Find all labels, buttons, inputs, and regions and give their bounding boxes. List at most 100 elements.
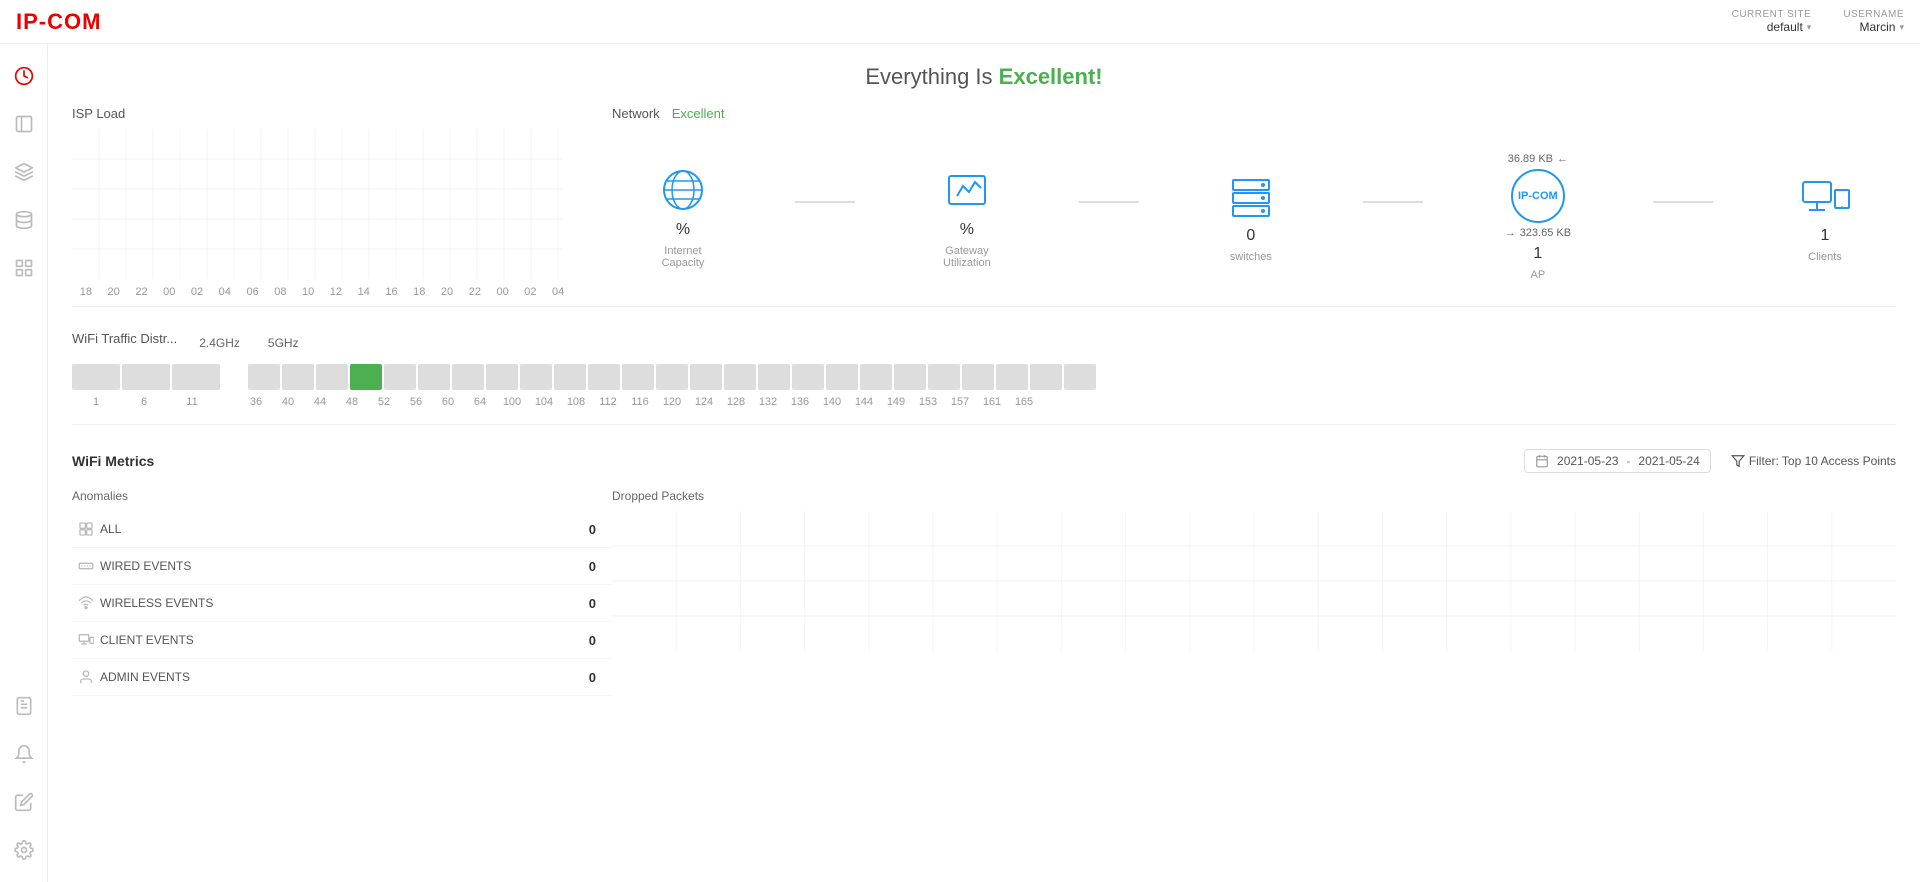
ch-seg-56 xyxy=(418,364,450,390)
sidebar-bottom xyxy=(4,686,44,870)
isp-load-svg xyxy=(72,129,562,279)
date-to: 2021-05-24 xyxy=(1638,454,1699,468)
ch-label-157: 157 xyxy=(944,396,976,408)
ch-label-40: 40 xyxy=(272,396,304,408)
ch-label-104: 104 xyxy=(528,396,560,408)
sidebar-item-bell[interactable] xyxy=(4,734,44,774)
network-row: ISP Load xyxy=(72,106,1896,298)
clients-label: Clients xyxy=(1808,251,1842,263)
sidebar-item-report[interactable] xyxy=(4,686,44,726)
ch-spacer xyxy=(222,364,246,390)
ch-label-149: 149 xyxy=(880,396,912,408)
gateway-icon-box xyxy=(937,165,997,215)
headline: Everything Is Excellent! xyxy=(72,44,1896,106)
network-icons: % InternetCapacity % xyxy=(612,137,1896,297)
internet-icon xyxy=(657,168,709,212)
ap-traffic-out: → 323.65 KB xyxy=(1505,227,1571,239)
internet-capacity-label: InternetCapacity xyxy=(662,245,705,269)
ch-label-48: 48 xyxy=(336,396,368,408)
gateway-label: GatewayUtilization xyxy=(943,245,991,269)
connector-2 xyxy=(1079,201,1139,203)
ch-label-136: 136 xyxy=(784,396,816,408)
network-status: Excellent xyxy=(672,106,725,121)
anomaly-all-count: 0 xyxy=(576,522,596,537)
ch-seg-165 xyxy=(1064,364,1096,390)
internet-icon-box xyxy=(653,165,713,215)
tab-5ghz[interactable]: 5GHz xyxy=(262,334,305,352)
isp-load-chart xyxy=(72,129,572,284)
current-site-item[interactable]: CURRENT SITE default ▾ xyxy=(1732,9,1812,34)
ch-seg-108 xyxy=(588,364,620,390)
switches-item: 0 switches xyxy=(1221,171,1281,263)
ch-seg-136 xyxy=(826,364,858,390)
anomaly-wired-count: 0 xyxy=(576,559,596,574)
ch-label-120: 120 xyxy=(656,396,688,408)
sidebar-item-settings[interactable] xyxy=(4,830,44,870)
ch-seg-44 xyxy=(316,364,348,390)
anomaly-admin-name: ADMIN EVENTS xyxy=(100,670,576,684)
anomalies-section: Anomalies ALL 0 xyxy=(72,489,1896,696)
wifi-metrics-title: WiFi Metrics xyxy=(72,453,154,469)
ch-label-144: 144 xyxy=(848,396,880,408)
sidebar-item-list[interactable] xyxy=(4,104,44,144)
username-item[interactable]: USERNAME Marcin ▾ xyxy=(1843,9,1904,34)
ch-seg-60 xyxy=(452,364,484,390)
ch-label-132: 132 xyxy=(752,396,784,408)
ch-seg-116 xyxy=(656,364,688,390)
current-site-chevron: ▾ xyxy=(1807,22,1812,33)
wifi-metrics-section: WiFi Metrics 2021-05-23 - 2021-05-24 xyxy=(72,449,1896,696)
anomaly-wireless-name: WIRELESS EVENTS xyxy=(100,596,576,610)
sidebar-item-database[interactable] xyxy=(4,200,44,240)
anomaly-admin-count: 0 xyxy=(576,670,596,685)
ch-label-6: 6 xyxy=(120,396,168,408)
ap-circle: IP-COM xyxy=(1511,169,1565,223)
anomalies-title: Anomalies xyxy=(72,489,612,503)
clients-icon-box xyxy=(1795,171,1855,221)
sidebar-item-grid[interactable] xyxy=(4,248,44,288)
connector-4 xyxy=(1653,201,1713,203)
ch-label-44: 44 xyxy=(304,396,336,408)
connector-1 xyxy=(795,201,855,203)
ch-label-64: 64 xyxy=(464,396,496,408)
ap-item: 36.89 KB ← IP-COM → 323.65 KB 1 xyxy=(1505,153,1571,281)
gateway-value: % xyxy=(960,221,974,239)
isp-load-section: ISP Load xyxy=(72,106,572,298)
wifi-traffic-title: WiFi Traffic Distr... xyxy=(72,331,177,346)
anomaly-row-wireless: WIRELESS EVENTS 0 xyxy=(72,585,612,622)
dropped-chart-svg xyxy=(612,511,1896,651)
ch-seg-124 xyxy=(724,364,756,390)
date-filter[interactable]: 2021-05-23 - 2021-05-24 xyxy=(1524,449,1711,473)
switches-label: switches xyxy=(1230,251,1272,263)
anomaly-row-client: CLIENT EVENTS 0 xyxy=(72,622,612,659)
ch-label-11: 11 xyxy=(168,396,216,408)
username-chevron: ▾ xyxy=(1899,22,1904,33)
ch-label-100: 100 xyxy=(496,396,528,408)
username-value: Marcin ▾ xyxy=(1859,20,1904,34)
ch-seg-128 xyxy=(758,364,790,390)
ch-seg-144 xyxy=(894,364,926,390)
sidebar-item-edit[interactable] xyxy=(4,782,44,822)
filter-label[interactable]: Filter: Top 10 Access Points xyxy=(1731,454,1896,468)
clients-item: 1 Clients xyxy=(1795,171,1855,263)
ap-value: 1 xyxy=(1533,245,1542,263)
current-site-label: CURRENT SITE xyxy=(1732,9,1812,20)
anomaly-row-wired: WIRED EVENTS 0 xyxy=(72,548,612,585)
clients-value: 1 xyxy=(1821,227,1830,245)
ch-seg-40 xyxy=(282,364,314,390)
sidebar-item-layers[interactable] xyxy=(4,152,44,192)
ch-label-112: 112 xyxy=(592,396,624,408)
network-label-row: Network Excellent xyxy=(612,106,1896,121)
date-separator: - xyxy=(1626,454,1630,468)
username-label: USERNAME xyxy=(1843,9,1904,20)
ch-seg-36 xyxy=(248,364,280,390)
sidebar-item-dashboard[interactable] xyxy=(4,56,44,96)
ch-seg-3 xyxy=(172,364,220,390)
anomalies-left: Anomalies ALL 0 xyxy=(72,489,612,696)
tab-2.4ghz[interactable]: 2.4GHz xyxy=(193,334,246,352)
ch-seg-132 xyxy=(792,364,824,390)
ch-seg-112 xyxy=(622,364,654,390)
network-text: Network xyxy=(612,106,660,121)
ch-label-116: 116 xyxy=(624,396,656,408)
ch-seg-1 xyxy=(72,364,120,390)
calendar-icon xyxy=(1535,454,1549,468)
